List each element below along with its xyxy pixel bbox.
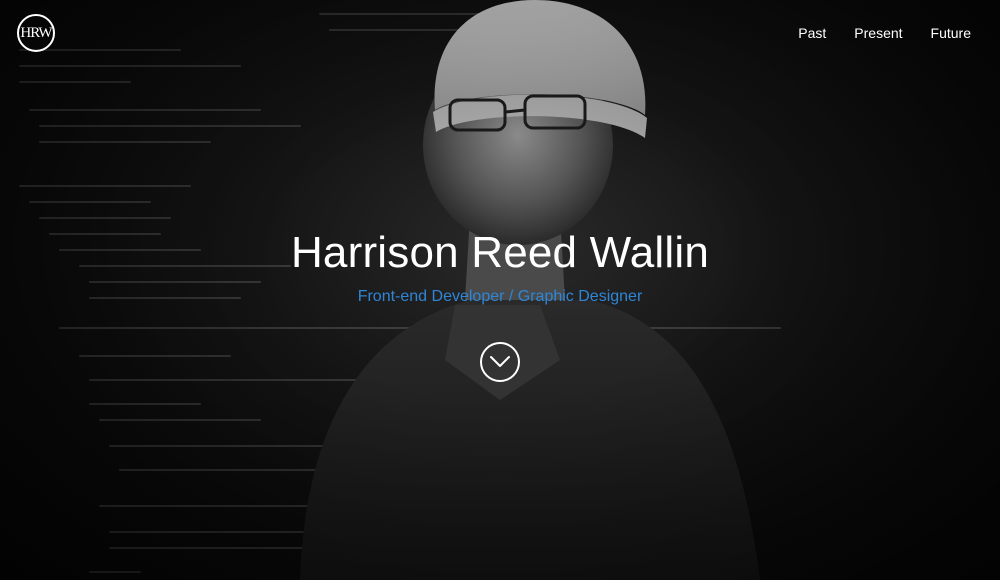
site-logo[interactable]: HRW <box>17 14 55 52</box>
hero-name: Harrison Reed Wallin <box>290 228 710 277</box>
nav-item-present[interactable]: Present <box>854 25 902 41</box>
main-nav: Past Present Future <box>798 25 971 41</box>
hero-tagline: Front-end Developer / Graphic Designer <box>357 288 643 305</box>
nav-item-future[interactable]: Future <box>931 25 971 41</box>
hero-section: HRW Past Present Future Harrison Reed Wa… <box>0 0 1000 580</box>
nav-item-past[interactable]: Past <box>798 25 826 41</box>
scroll-down-button[interactable] <box>480 342 520 382</box>
chevron-down-icon <box>490 356 510 367</box>
logo-text: HRW <box>20 24 52 41</box>
